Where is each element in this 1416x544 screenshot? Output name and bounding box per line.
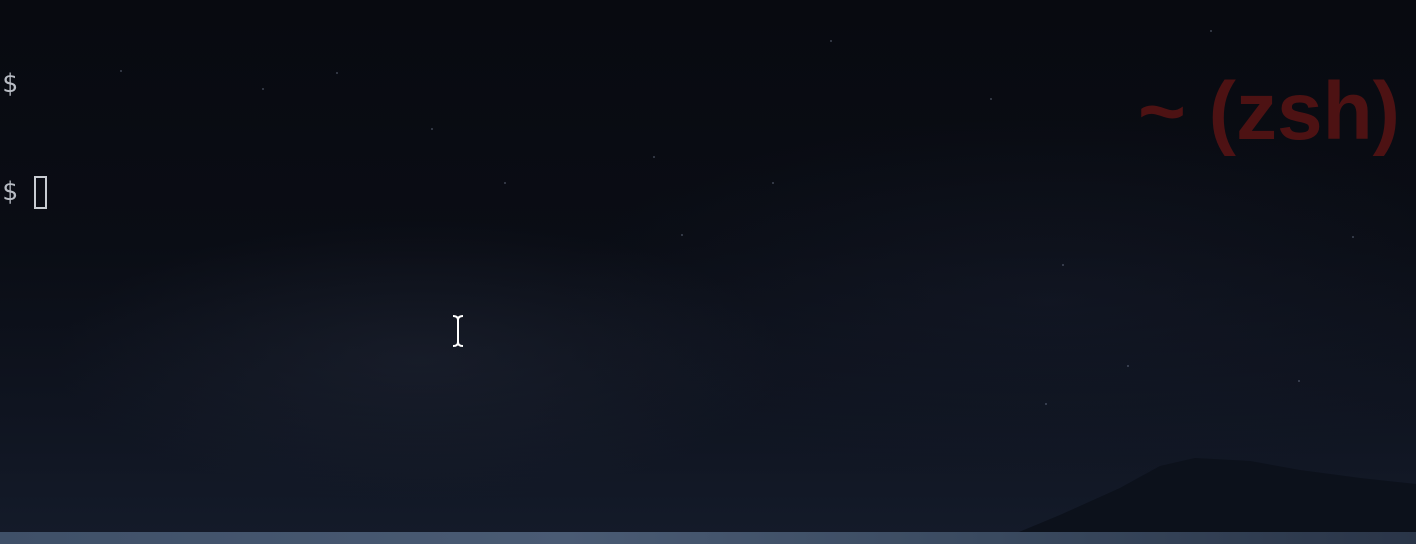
tab-title-overlay: ~ (zsh) xyxy=(1138,66,1400,157)
terminal-window[interactable]: $ $ ~ (zsh) xyxy=(0,0,1416,544)
bottom-strip xyxy=(0,532,1416,544)
i-beam-cursor-icon xyxy=(452,315,464,347)
terminal-line-active[interactable]: $ xyxy=(2,174,65,210)
terminal-output[interactable]: $ $ xyxy=(2,0,65,282)
terminal-line: $ xyxy=(2,66,65,102)
prompt-symbol: $ xyxy=(2,69,18,99)
prompt-symbol: $ xyxy=(2,177,18,207)
block-cursor-icon xyxy=(33,175,47,209)
